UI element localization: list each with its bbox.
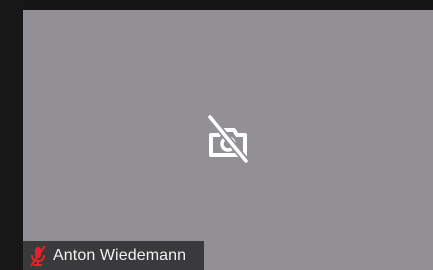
left-edge	[0, 0, 23, 270]
camera-off-icon	[206, 113, 250, 165]
participant-name: Anton Wiedemann	[53, 246, 187, 264]
top-edge	[0, 0, 433, 10]
participant-name-bar: Anton Wiedemann	[23, 241, 204, 270]
microphone-muted-icon	[30, 244, 46, 267]
video-call-window: Anton Wiedemann	[0, 0, 433, 270]
